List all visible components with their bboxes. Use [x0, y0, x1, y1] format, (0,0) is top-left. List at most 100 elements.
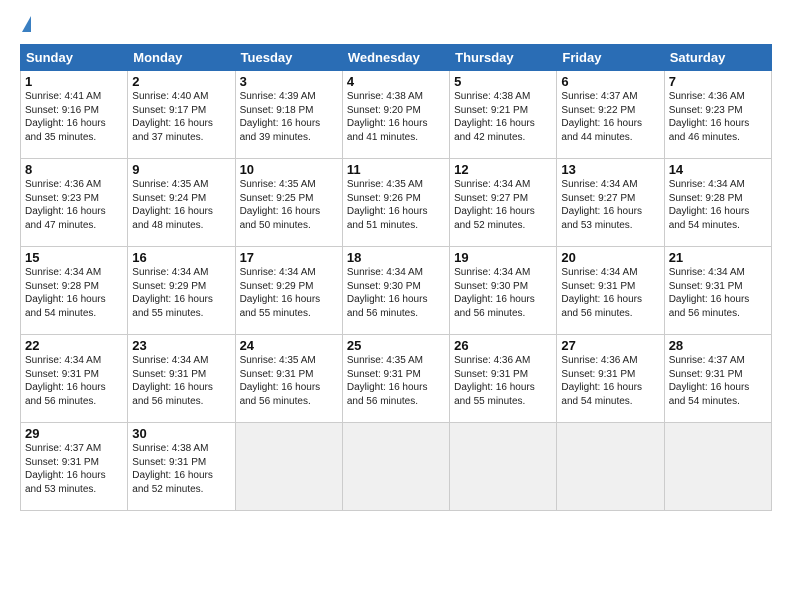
calendar-cell: 10Sunrise: 4:35 AM Sunset: 9:25 PM Dayli… [235, 159, 342, 247]
page: SundayMondayTuesdayWednesdayThursdayFrid… [0, 0, 792, 612]
day-of-week-header: Monday [128, 45, 235, 71]
day-info: Sunrise: 4:36 AM Sunset: 9:31 PM Dayligh… [454, 354, 552, 408]
day-info: Sunrise: 4:34 AM Sunset: 9:27 PM Dayligh… [454, 178, 552, 232]
calendar-cell: 3Sunrise: 4:39 AM Sunset: 9:18 PM Daylig… [235, 71, 342, 159]
calendar-cell: 30Sunrise: 4:38 AM Sunset: 9:31 PM Dayli… [128, 423, 235, 511]
day-number: 5 [454, 74, 552, 89]
calendar-cell: 19Sunrise: 4:34 AM Sunset: 9:30 PM Dayli… [450, 247, 557, 335]
calendar-cell: 16Sunrise: 4:34 AM Sunset: 9:29 PM Dayli… [128, 247, 235, 335]
day-info: Sunrise: 4:39 AM Sunset: 9:18 PM Dayligh… [240, 90, 338, 144]
day-info: Sunrise: 4:34 AM Sunset: 9:31 PM Dayligh… [132, 354, 230, 408]
day-info: Sunrise: 4:38 AM Sunset: 9:21 PM Dayligh… [454, 90, 552, 144]
day-number: 19 [454, 250, 552, 265]
day-number: 30 [132, 426, 230, 441]
day-info: Sunrise: 4:38 AM Sunset: 9:20 PM Dayligh… [347, 90, 445, 144]
calendar-cell: 27Sunrise: 4:36 AM Sunset: 9:31 PM Dayli… [557, 335, 664, 423]
calendar-week-row: 1Sunrise: 4:41 AM Sunset: 9:16 PM Daylig… [21, 71, 772, 159]
calendar-cell: 25Sunrise: 4:35 AM Sunset: 9:31 PM Dayli… [342, 335, 449, 423]
day-info: Sunrise: 4:34 AM Sunset: 9:28 PM Dayligh… [25, 266, 123, 320]
day-of-week-header: Friday [557, 45, 664, 71]
calendar-cell: 13Sunrise: 4:34 AM Sunset: 9:27 PM Dayli… [557, 159, 664, 247]
day-info: Sunrise: 4:37 AM Sunset: 9:31 PM Dayligh… [25, 442, 123, 496]
calendar-cell: 22Sunrise: 4:34 AM Sunset: 9:31 PM Dayli… [21, 335, 128, 423]
day-info: Sunrise: 4:34 AM Sunset: 9:31 PM Dayligh… [25, 354, 123, 408]
day-number: 16 [132, 250, 230, 265]
calendar-cell: 18Sunrise: 4:34 AM Sunset: 9:30 PM Dayli… [342, 247, 449, 335]
calendar-cell: 29Sunrise: 4:37 AM Sunset: 9:31 PM Dayli… [21, 423, 128, 511]
day-info: Sunrise: 4:36 AM Sunset: 9:23 PM Dayligh… [669, 90, 767, 144]
day-of-week-header: Wednesday [342, 45, 449, 71]
calendar-cell: 15Sunrise: 4:34 AM Sunset: 9:28 PM Dayli… [21, 247, 128, 335]
day-info: Sunrise: 4:40 AM Sunset: 9:17 PM Dayligh… [132, 90, 230, 144]
day-number: 1 [25, 74, 123, 89]
calendar-cell: 2Sunrise: 4:40 AM Sunset: 9:17 PM Daylig… [128, 71, 235, 159]
day-number: 6 [561, 74, 659, 89]
day-info: Sunrise: 4:37 AM Sunset: 9:22 PM Dayligh… [561, 90, 659, 144]
day-number: 26 [454, 338, 552, 353]
day-number: 20 [561, 250, 659, 265]
day-info: Sunrise: 4:36 AM Sunset: 9:23 PM Dayligh… [25, 178, 123, 232]
calendar-cell: 9Sunrise: 4:35 AM Sunset: 9:24 PM Daylig… [128, 159, 235, 247]
day-number: 22 [25, 338, 123, 353]
day-number: 18 [347, 250, 445, 265]
day-info: Sunrise: 4:34 AM Sunset: 9:28 PM Dayligh… [669, 178, 767, 232]
calendar-week-row: 8Sunrise: 4:36 AM Sunset: 9:23 PM Daylig… [21, 159, 772, 247]
calendar-cell: 4Sunrise: 4:38 AM Sunset: 9:20 PM Daylig… [342, 71, 449, 159]
logo [20, 18, 31, 34]
day-info: Sunrise: 4:34 AM Sunset: 9:31 PM Dayligh… [561, 266, 659, 320]
day-of-week-header: Saturday [664, 45, 771, 71]
day-number: 9 [132, 162, 230, 177]
header [20, 18, 772, 34]
day-number: 10 [240, 162, 338, 177]
calendar-cell: 24Sunrise: 4:35 AM Sunset: 9:31 PM Dayli… [235, 335, 342, 423]
calendar-cell: 6Sunrise: 4:37 AM Sunset: 9:22 PM Daylig… [557, 71, 664, 159]
day-info: Sunrise: 4:41 AM Sunset: 9:16 PM Dayligh… [25, 90, 123, 144]
day-info: Sunrise: 4:34 AM Sunset: 9:29 PM Dayligh… [132, 266, 230, 320]
day-number: 24 [240, 338, 338, 353]
day-info: Sunrise: 4:35 AM Sunset: 9:26 PM Dayligh… [347, 178, 445, 232]
calendar-cell: 8Sunrise: 4:36 AM Sunset: 9:23 PM Daylig… [21, 159, 128, 247]
day-number: 2 [132, 74, 230, 89]
calendar-week-row: 22Sunrise: 4:34 AM Sunset: 9:31 PM Dayli… [21, 335, 772, 423]
calendar-cell: 5Sunrise: 4:38 AM Sunset: 9:21 PM Daylig… [450, 71, 557, 159]
day-info: Sunrise: 4:34 AM Sunset: 9:27 PM Dayligh… [561, 178, 659, 232]
calendar-cell: 7Sunrise: 4:36 AM Sunset: 9:23 PM Daylig… [664, 71, 771, 159]
day-number: 25 [347, 338, 445, 353]
calendar-cell [342, 423, 449, 511]
day-number: 17 [240, 250, 338, 265]
day-of-week-header: Sunday [21, 45, 128, 71]
day-info: Sunrise: 4:34 AM Sunset: 9:30 PM Dayligh… [347, 266, 445, 320]
day-info: Sunrise: 4:38 AM Sunset: 9:31 PM Dayligh… [132, 442, 230, 496]
calendar-cell: 14Sunrise: 4:34 AM Sunset: 9:28 PM Dayli… [664, 159, 771, 247]
calendar-week-row: 29Sunrise: 4:37 AM Sunset: 9:31 PM Dayli… [21, 423, 772, 511]
day-info: Sunrise: 4:34 AM Sunset: 9:31 PM Dayligh… [669, 266, 767, 320]
day-number: 3 [240, 74, 338, 89]
day-number: 14 [669, 162, 767, 177]
day-number: 8 [25, 162, 123, 177]
calendar-cell [450, 423, 557, 511]
day-number: 28 [669, 338, 767, 353]
calendar-week-row: 15Sunrise: 4:34 AM Sunset: 9:28 PM Dayli… [21, 247, 772, 335]
day-info: Sunrise: 4:35 AM Sunset: 9:24 PM Dayligh… [132, 178, 230, 232]
day-number: 27 [561, 338, 659, 353]
day-number: 11 [347, 162, 445, 177]
calendar-cell: 12Sunrise: 4:34 AM Sunset: 9:27 PM Dayli… [450, 159, 557, 247]
day-info: Sunrise: 4:35 AM Sunset: 9:25 PM Dayligh… [240, 178, 338, 232]
day-info: Sunrise: 4:34 AM Sunset: 9:30 PM Dayligh… [454, 266, 552, 320]
calendar-cell: 17Sunrise: 4:34 AM Sunset: 9:29 PM Dayli… [235, 247, 342, 335]
calendar-cell: 28Sunrise: 4:37 AM Sunset: 9:31 PM Dayli… [664, 335, 771, 423]
calendar-cell: 21Sunrise: 4:34 AM Sunset: 9:31 PM Dayli… [664, 247, 771, 335]
day-number: 13 [561, 162, 659, 177]
day-info: Sunrise: 4:34 AM Sunset: 9:29 PM Dayligh… [240, 266, 338, 320]
day-info: Sunrise: 4:37 AM Sunset: 9:31 PM Dayligh… [669, 354, 767, 408]
calendar-header-row: SundayMondayTuesdayWednesdayThursdayFrid… [21, 45, 772, 71]
calendar-cell: 23Sunrise: 4:34 AM Sunset: 9:31 PM Dayli… [128, 335, 235, 423]
day-number: 23 [132, 338, 230, 353]
calendar-cell: 26Sunrise: 4:36 AM Sunset: 9:31 PM Dayli… [450, 335, 557, 423]
day-number: 12 [454, 162, 552, 177]
day-number: 29 [25, 426, 123, 441]
day-number: 21 [669, 250, 767, 265]
calendar-cell: 1Sunrise: 4:41 AM Sunset: 9:16 PM Daylig… [21, 71, 128, 159]
day-info: Sunrise: 4:36 AM Sunset: 9:31 PM Dayligh… [561, 354, 659, 408]
calendar-cell [235, 423, 342, 511]
